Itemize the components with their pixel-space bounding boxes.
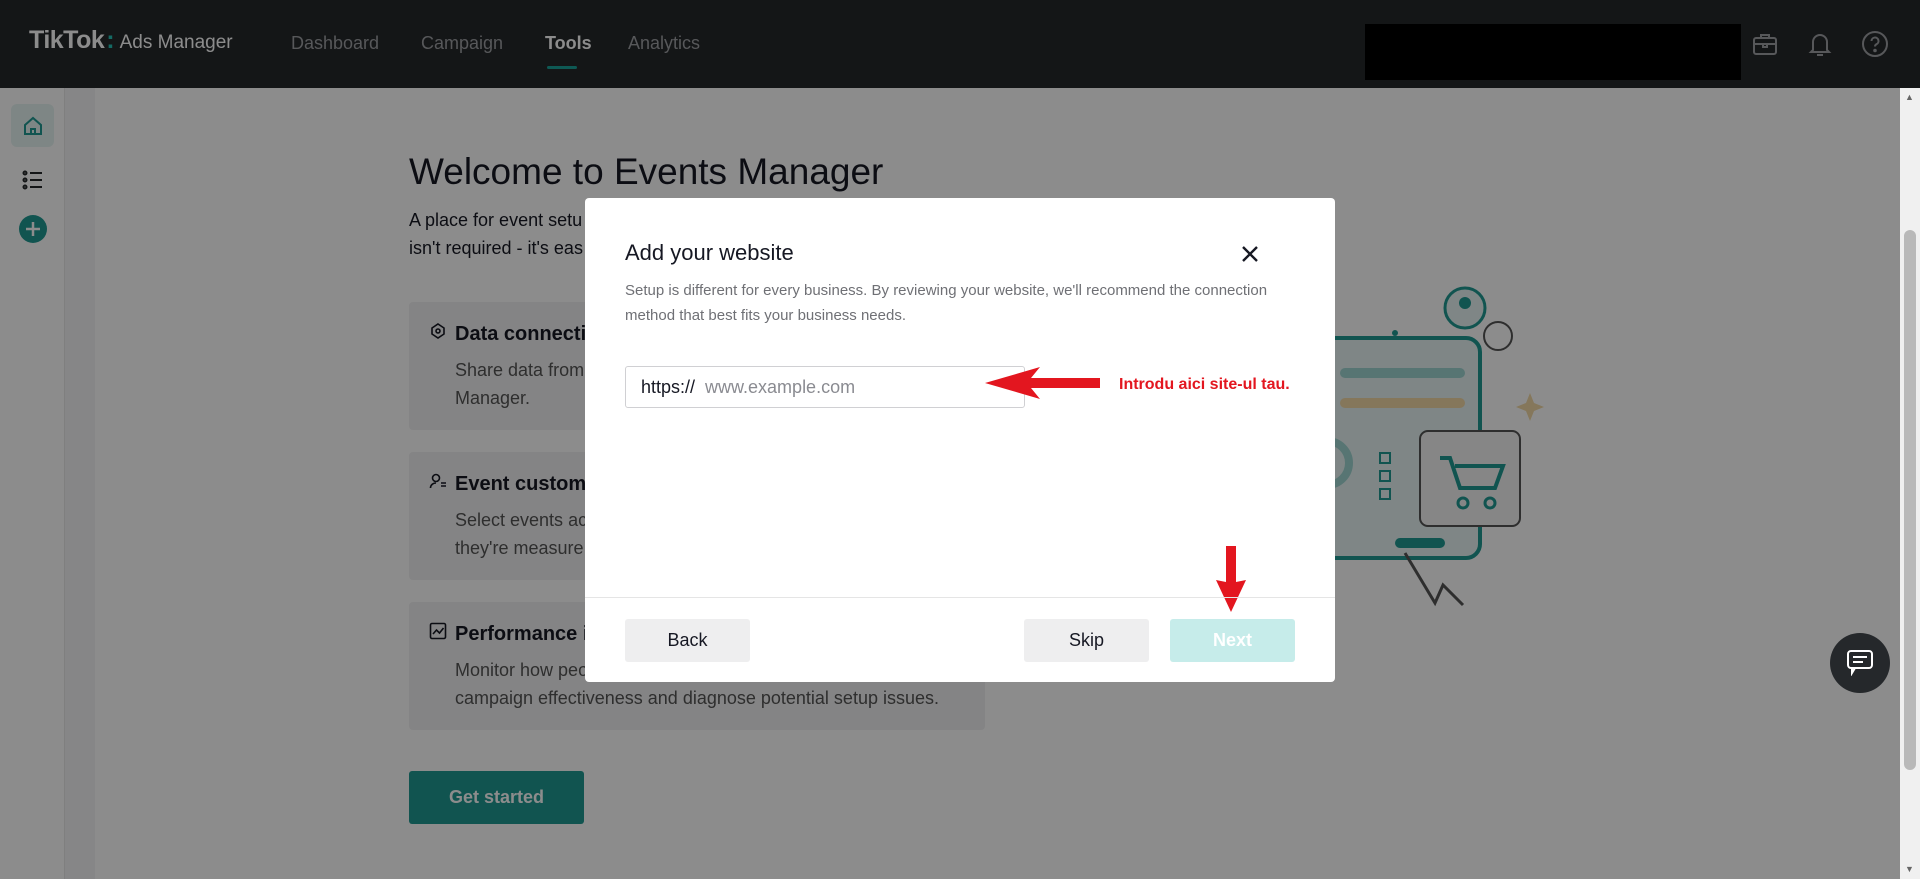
chat-support-button[interactable] [1830,633,1890,693]
chat-icon [1845,646,1875,681]
modal-title: Add your website [625,240,794,265]
next-button[interactable]: Next [1170,619,1295,662]
close-icon[interactable] [1236,240,1264,268]
annotation-arrow-left-icon [985,367,1100,399]
back-button[interactable]: Back [625,619,750,662]
scroll-down-arrow-icon[interactable]: ▼ [1905,864,1914,874]
page-scrollbar[interactable]: ▲ ▼ [1900,88,1920,879]
modal-footer-divider [585,597,1335,598]
website-url-input[interactable] [705,376,986,398]
add-website-modal: Add your website Setup is different for … [585,198,1335,682]
scrollbar-thumb[interactable] [1904,230,1916,770]
skip-button[interactable]: Skip [1024,619,1149,662]
website-url-field[interactable]: https:// [625,366,1025,408]
annotation-text: Introdu aici site-ul tau. [1119,376,1290,393]
scroll-up-arrow-icon[interactable]: ▲ [1905,92,1914,102]
annotation-arrow-down-icon [1216,546,1246,612]
modal-description: Setup is different for every business. B… [625,282,1268,324]
url-prefix: https:// [641,376,696,397]
